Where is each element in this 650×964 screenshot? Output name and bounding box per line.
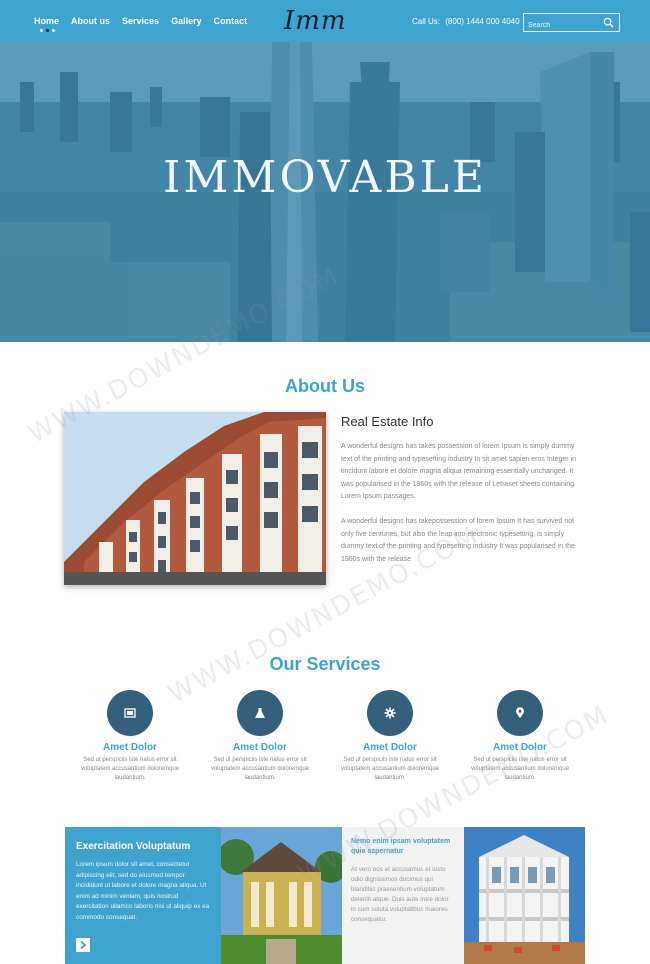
indicator-dot (52, 29, 55, 32)
service-text: Sed ut perspiciis iste natus error sit v… (340, 757, 440, 781)
indicator-dot (40, 29, 43, 32)
service-item[interactable]: Amet Dolor Sed ut perspiciis iste natus … (76, 690, 184, 783)
map-marker-icon (516, 707, 524, 718)
about-building-image (64, 412, 326, 585)
search-icon[interactable] (603, 17, 614, 28)
feature-text: At vero eos et accusamus et iusto odio d… (351, 866, 449, 923)
hero-banner: IMMOVABLE (0, 42, 650, 342)
service-circle (237, 690, 283, 736)
chevron-right-icon (80, 940, 87, 950)
nav-gallery[interactable]: Gallery (171, 16, 202, 26)
services-title: Our Services (269, 654, 381, 674)
search-input[interactable] (524, 17, 602, 34)
white-house-image (464, 827, 585, 964)
main-nav: Home About us Services Gallery Contact (34, 16, 247, 26)
feature-box-blue: Exercitation Voluptatum Lorem ipsum dolo… (65, 827, 221, 964)
image-icon (124, 708, 136, 718)
nav-about[interactable]: About us (71, 16, 110, 26)
service-title: Amet Dolor (363, 742, 417, 753)
search-box (523, 13, 620, 34)
active-indicator (40, 29, 55, 32)
flask-icon (255, 708, 265, 718)
service-title: Amet Dolor (233, 742, 287, 753)
service-text: Sed ut perspiciis iste natus error sit v… (80, 757, 180, 781)
service-circle (497, 690, 543, 736)
service-item[interactable]: Amet Dolor Sed ut perspiciis iste natus … (336, 690, 444, 783)
about-paragraph-1: A wonderful designs has takes possession… (341, 443, 577, 500)
nav-services[interactable]: Services (122, 16, 159, 26)
service-item[interactable]: Amet Dolor Sed ut perspiciis iste natus … (206, 690, 314, 783)
arrow-right-button[interactable] (76, 938, 90, 952)
feature-text: Lorem ipsum dolor sit amet, consectetur … (76, 861, 210, 921)
call-label: Call Us: (412, 17, 441, 26)
feature-title: Exercitation Voluptatum (76, 841, 191, 852)
phone-number: (800) 1444 000 4040 (445, 17, 520, 26)
call-us: Call Us: (800) 1444 000 4040 (412, 17, 520, 26)
about-heading: Real Estate Info (341, 414, 434, 429)
nav-contact[interactable]: Contact (214, 16, 248, 26)
site-logo[interactable]: Imm (284, 6, 347, 36)
service-circle (367, 690, 413, 736)
hero-title: IMMOVABLE (162, 152, 488, 203)
service-title: Amet Dolor (103, 742, 157, 753)
service-circle (107, 690, 153, 736)
nav-home[interactable]: Home (34, 16, 59, 26)
header-bar: Home About us Services Gallery Contact I… (0, 0, 650, 42)
indicator-dot (46, 29, 49, 32)
gear-icon (384, 707, 396, 719)
service-text: Sed ut perspiciis iste natus error sit v… (210, 757, 310, 781)
